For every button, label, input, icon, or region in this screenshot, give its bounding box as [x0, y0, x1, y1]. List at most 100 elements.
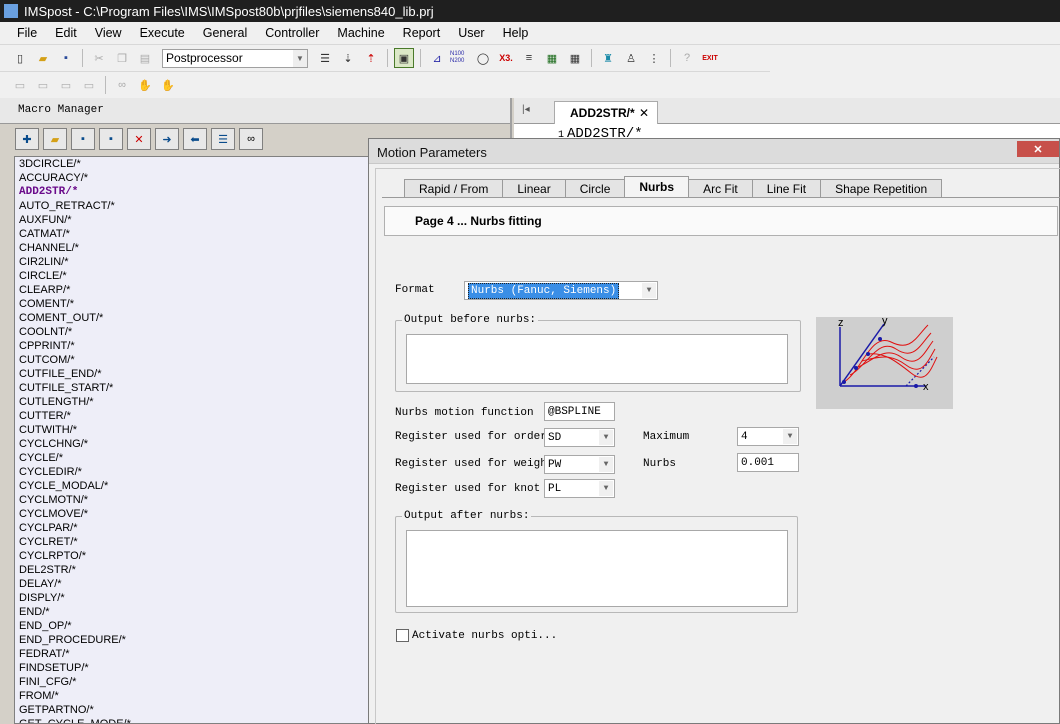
- reg-weight-select[interactable]: PW ▼: [544, 455, 615, 474]
- dialog-close-button[interactable]: ✕: [1017, 141, 1059, 157]
- tab-nurbs[interactable]: Nurbs: [624, 176, 690, 197]
- format-select[interactable]: Nurbs (Fanuc, Siemens) ▼: [464, 281, 658, 300]
- reg-knot-select[interactable]: PL ▼: [544, 479, 615, 498]
- tab-line-fit[interactable]: Line Fit: [751, 179, 822, 197]
- window-back-icon[interactable]: ▭: [56, 75, 76, 95]
- save-icon[interactable]: ▪: [56, 48, 76, 68]
- dialog-title: Motion Parameters: [369, 139, 1059, 164]
- sequence-number-icon[interactable]: N100 N200: [450, 48, 470, 68]
- hand-left-icon[interactable]: ✋: [135, 75, 155, 95]
- postprocessor-select-value: Postprocessor: [166, 51, 243, 65]
- hand-right-icon[interactable]: ✋: [158, 75, 178, 95]
- sort-up-icon[interactable]: ⇡: [361, 48, 381, 68]
- menu-bar: File Edit View Execute General Controlle…: [0, 22, 1060, 45]
- copy-icon[interactable]: ❐: [112, 48, 132, 68]
- close-icon[interactable]: ✕: [639, 106, 649, 120]
- reg-knot-label: Register used for knot: [395, 483, 541, 495]
- x-axis-label: x: [923, 381, 929, 393]
- reg-weight-value: PW: [548, 458, 562, 471]
- graph-icon[interactable]: ⊿: [427, 48, 447, 68]
- maximum-value: 4: [741, 430, 748, 443]
- paste-icon[interactable]: ▤: [135, 48, 155, 68]
- reg-order-label: Register used for order: [395, 431, 547, 443]
- motion-function-input[interactable]: @BSPLINE: [544, 402, 615, 421]
- reg-weight-label: Register used for weight: [395, 458, 554, 470]
- window-title: IMSpost - C:\Program Files\IMS\IMSpost80…: [24, 3, 434, 19]
- cut-icon[interactable]: ✂: [89, 48, 109, 68]
- chevron-down-icon: ▼: [599, 430, 613, 445]
- table-grid-icon[interactable]: ▦: [565, 48, 585, 68]
- postprocessor-select[interactable]: Postprocessor ▼: [162, 48, 308, 68]
- menu-execute[interactable]: Execute: [131, 26, 194, 40]
- operator-icon[interactable]: ♙: [621, 48, 641, 68]
- motion-function-label: Nurbs motion function: [395, 407, 534, 419]
- import-macro-icon[interactable]: ⬅: [183, 128, 207, 150]
- menu-help[interactable]: Help: [494, 26, 538, 40]
- chevron-down-icon: ▼: [599, 457, 613, 472]
- editor-tab-add2str[interactable]: ADD2STR/* ✕: [554, 101, 658, 124]
- modal-settings-icon[interactable]: ≡: [519, 48, 539, 68]
- window-close-icon[interactable]: ▭: [79, 75, 99, 95]
- save-all-icon[interactable]: ▪: [99, 128, 123, 150]
- nurbs-tolerance-input[interactable]: 0.001: [737, 453, 799, 472]
- menu-machine[interactable]: Machine: [328, 26, 393, 40]
- menu-general[interactable]: General: [194, 26, 256, 40]
- toolbar-separator: [82, 49, 83, 67]
- menu-file[interactable]: File: [8, 26, 46, 40]
- menu-view[interactable]: View: [86, 26, 131, 40]
- secondary-toolbar: ▭ ▭ ▭ ▭ ∞ ✋ ✋: [0, 72, 770, 98]
- menu-user[interactable]: User: [449, 26, 493, 40]
- toolbar-separator: [420, 49, 421, 67]
- format-label: Format: [395, 284, 435, 296]
- menu-controller[interactable]: Controller: [256, 26, 328, 40]
- window-icon[interactable]: ▭: [10, 75, 30, 95]
- tab-arc-fit[interactable]: Arc Fit: [688, 179, 753, 197]
- help-icon[interactable]: ?: [677, 48, 697, 68]
- nurbs-illustration: z y x: [816, 315, 953, 409]
- document-list-icon[interactable]: ☰: [315, 48, 335, 68]
- activate-nurbs-label: Activate nurbs opti...: [412, 629, 558, 642]
- binoculars-icon[interactable]: ∞: [112, 75, 132, 95]
- tab-rapid-from[interactable]: Rapid / From: [404, 179, 504, 197]
- macro-manager-title: Macro Manager: [0, 98, 510, 124]
- menu-report[interactable]: Report: [394, 26, 450, 40]
- output-before-textarea[interactable]: [406, 334, 788, 384]
- open-folder-icon[interactable]: ▰: [33, 48, 53, 68]
- output-after-textarea[interactable]: [406, 530, 788, 607]
- window-titlebar: IMSpost - C:\Program Files\IMS\IMSpost80…: [0, 0, 1060, 22]
- toolbar-separator: [387, 49, 388, 67]
- exit-icon[interactable]: EXIT: [700, 48, 720, 68]
- chevron-down-icon: ▼: [642, 283, 656, 298]
- tab-scroll-left-icon[interactable]: |◂: [522, 104, 530, 115]
- tab-linear[interactable]: Linear: [502, 179, 566, 197]
- menu-edit[interactable]: Edit: [46, 26, 86, 40]
- comment-bubble-icon[interactable]: ◯: [473, 48, 493, 68]
- tab-shape-repetition[interactable]: Shape Repetition: [820, 179, 943, 197]
- macro-properties-icon[interactable]: ☰: [211, 128, 235, 150]
- activate-nurbs-checkbox[interactable]: [396, 629, 409, 642]
- export-macro-icon[interactable]: ➜: [155, 128, 179, 150]
- window-arrow-icon[interactable]: ▭: [33, 75, 53, 95]
- new-file-icon[interactable]: ▯: [10, 48, 30, 68]
- delete-macro-icon[interactable]: ✕: [127, 128, 151, 150]
- tool-icon[interactable]: ♜: [598, 48, 618, 68]
- imspost-app-icon: [4, 4, 18, 18]
- open-macro-icon[interactable]: ▰: [43, 128, 67, 150]
- save-macro-icon[interactable]: ▪: [71, 128, 95, 150]
- maximum-label: Maximum: [643, 431, 690, 443]
- debug-icon[interactable]: ⋮: [644, 48, 664, 68]
- decimal-format-icon[interactable]: X3.: [496, 48, 516, 68]
- toolbar-filler: [770, 45, 1060, 98]
- editor-tab-bar: |◂ ADD2STR/* ✕: [514, 98, 1060, 124]
- tab-circle[interactable]: Circle: [564, 179, 626, 197]
- reg-order-select[interactable]: SD ▼: [544, 428, 615, 447]
- new-macro-icon[interactable]: ✚: [15, 128, 39, 150]
- maximum-select[interactable]: 4 ▼: [737, 427, 799, 446]
- spreadsheet-icon[interactable]: ▦: [542, 48, 562, 68]
- find-macro-icon[interactable]: ∞: [239, 128, 263, 150]
- sort-down-icon[interactable]: ⇣: [338, 48, 358, 68]
- display-window-icon[interactable]: ▣: [394, 48, 414, 68]
- chevron-down-icon: ▼: [783, 429, 797, 444]
- activate-nurbs-row[interactable]: Activate nurbs opti...: [396, 629, 557, 642]
- main-toolbar: ▯ ▰ ▪ ✂ ❐ ▤ Postprocessor ▼ ☰ ⇣ ⇡ ▣ ⊿ N1…: [0, 45, 770, 72]
